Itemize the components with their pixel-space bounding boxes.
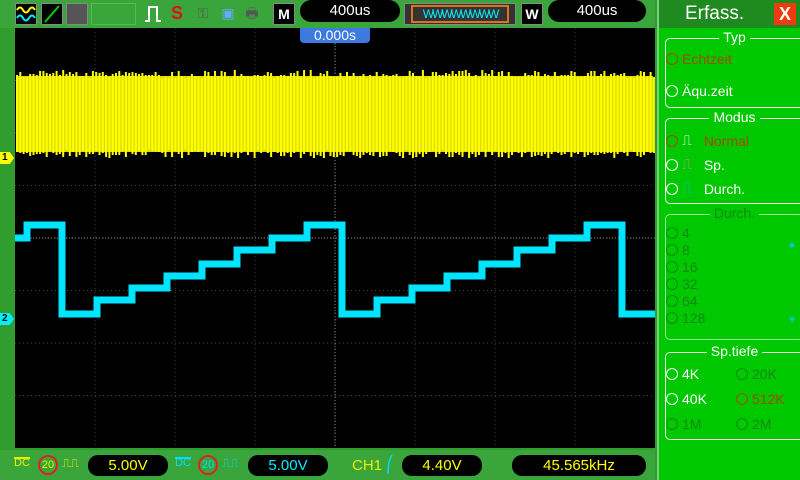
m-label: M [273, 3, 295, 25]
ch1-coupling[interactable]: DC [14, 457, 30, 468]
durch-group: Durch. 4 8 16 32 64 128 ▲ ▼ [665, 214, 800, 340]
option-sp[interactable]: ⎍ Sp. [666, 156, 725, 173]
trigger-level[interactable]: 4.40V [402, 455, 482, 476]
option-20k[interactable]: 20K [736, 366, 777, 382]
ch2-coupling[interactable]: DC [175, 457, 191, 468]
sptiefe-label: Sp.tiefe [707, 343, 762, 359]
peak-icon: ⎍ [682, 156, 692, 173]
option-1m[interactable]: 1M [666, 416, 701, 432]
ch2-bw-limit[interactable]: 20 [198, 455, 218, 475]
modus-label: Modus [709, 109, 759, 125]
waveform-display: 0.000s [15, 28, 655, 448]
window-overview[interactable]: WWWWWWWW [404, 3, 516, 25]
option-durch-8[interactable]: 8 [666, 242, 690, 258]
option-4k[interactable]: 4K [666, 366, 699, 382]
trigger-source[interactable]: CH1 [352, 457, 382, 474]
typ-group: Typ Echtzeit Äqu.zeit [665, 38, 800, 108]
line-icon[interactable] [41, 3, 63, 25]
timebase[interactable]: 400us [300, 0, 400, 22]
normal-icon: ⎍ [682, 132, 692, 149]
ch2-invert-icon: ⎍⎍ [222, 456, 239, 471]
option-durch-32[interactable]: 32 [666, 276, 698, 292]
option-durch[interactable]: ⎍ Durch. [666, 180, 745, 197]
option-normal[interactable]: ⎍ Normal [666, 132, 749, 149]
option-aequzeit[interactable]: Äqu.zeit [666, 83, 733, 99]
window-timebase[interactable]: 400us [548, 0, 646, 22]
save-icon[interactable]: ▣ [217, 3, 239, 25]
acquire-normal-icon [142, 3, 164, 25]
ch1-scale[interactable]: 5.00V [88, 455, 168, 476]
s-icon: S [166, 3, 188, 25]
option-durch-128[interactable]: 128 [666, 310, 705, 326]
modus-group: Modus ⎍ Normal ⎍ Sp. ⎍ Durch. [665, 118, 800, 204]
option-durch-64[interactable]: 64 [666, 293, 698, 309]
option-echtzeit[interactable]: Echtzeit [666, 51, 732, 67]
ch2-marker[interactable]: 2 [0, 313, 14, 325]
w-label: W [521, 3, 543, 25]
ch2-scale[interactable]: 5.00V [248, 455, 328, 476]
sptiefe-group: Sp.tiefe 4K 20K 40K 512K 1M 2M [665, 352, 800, 440]
blank-box [91, 3, 136, 25]
durch-label: Durch. [710, 205, 759, 221]
option-40k[interactable]: 40K [666, 391, 707, 407]
print-icon[interactable]: 🖶 [241, 3, 263, 25]
toolbar: S ⚿ ▣ 🖶 M 400us WWWWWWWW W 400us [0, 0, 655, 28]
option-durch-4[interactable]: 4 [666, 225, 690, 241]
ch1-invert-icon: ⎍⎍ [62, 456, 79, 471]
option-durch-16[interactable]: 16 [666, 259, 698, 275]
close-button[interactable]: X [774, 3, 796, 25]
frequency-counter: 45.565kHz [512, 455, 646, 476]
key-icon: ⚿ [190, 3, 216, 25]
scroll-down-icon[interactable]: ▼ [787, 315, 797, 326]
status-bar: DC 20 ⎍⎍ 5.00V DC 20 ⎍⎍ 5.00V CH1 ⎛ 4.40… [0, 450, 655, 480]
ch1-marker[interactable]: 1 [0, 152, 14, 164]
trigger-position[interactable]: 0.000s [300, 28, 370, 43]
option-2m[interactable]: 2M [736, 416, 771, 432]
dual-wave-icon[interactable] [15, 3, 37, 25]
typ-label: Typ [719, 29, 750, 45]
ch1-bw-limit[interactable]: 20 [38, 455, 58, 475]
option-512k[interactable]: 512K [736, 391, 785, 407]
scroll-up-icon[interactable]: ▲ [787, 239, 797, 250]
rising-edge-icon: ⎛ [386, 455, 394, 475]
average-icon: ⎍ [682, 180, 692, 197]
acquire-panel: Erfass. X Typ Echtzeit Äqu.zeit Modus ⎍ N… [657, 0, 800, 480]
image-icon[interactable] [66, 3, 88, 25]
